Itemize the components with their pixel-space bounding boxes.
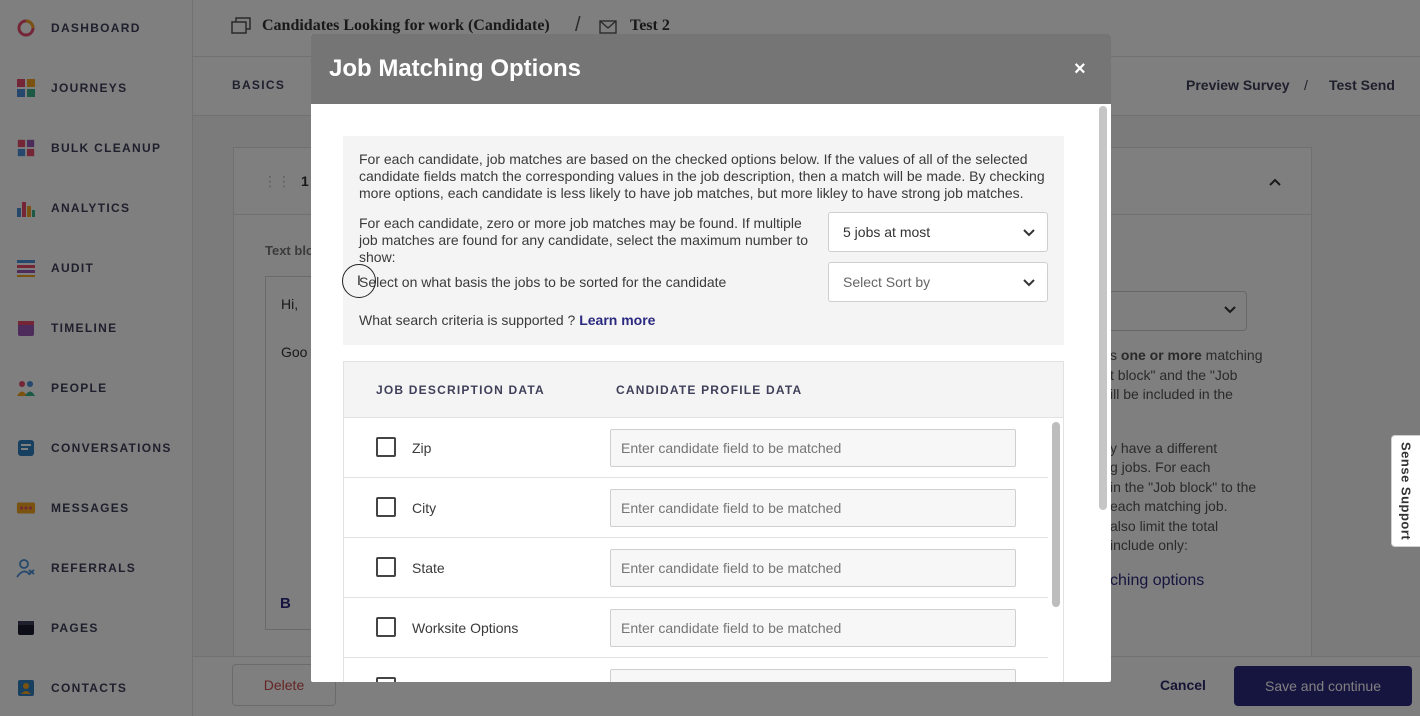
- matching-fields-table: JOB DESCRIPTION DATA CANDIDATE PROFILE D…: [343, 361, 1064, 682]
- table-row: [344, 658, 1048, 682]
- table-row: Zip: [344, 418, 1048, 478]
- support-tab-label: Sense Support: [1398, 441, 1414, 541]
- modal-header: Job Matching Options ×: [311, 34, 1111, 104]
- city-checkbox[interactable]: [376, 497, 396, 517]
- criteria-text-line: What search criteria is supported ? Lear…: [359, 312, 655, 329]
- worksite-options-candidate-field-input[interactable]: [610, 609, 1016, 647]
- zip-candidate-field-input[interactable]: [610, 429, 1016, 467]
- close-icon[interactable]: ×: [1074, 58, 1086, 81]
- sense-support-tab[interactable]: Sense Support: [1391, 435, 1420, 547]
- chevron-down-icon: [1023, 279, 1035, 287]
- table-header: JOB DESCRIPTION DATA CANDIDATE PROFILE D…: [344, 362, 1063, 418]
- text-cursor-icon: I: [357, 272, 361, 288]
- worksite-options-checkbox[interactable]: [376, 617, 396, 637]
- modal-scrollbar-thumb[interactable]: [1099, 106, 1107, 510]
- sort-by-placeholder: Select Sort by: [843, 274, 931, 290]
- table-row: State: [344, 538, 1048, 598]
- learn-more-link[interactable]: Learn more: [579, 312, 655, 328]
- cursor-indicator: I: [342, 264, 376, 298]
- matching-info-box: For each candidate, job matches are base…: [343, 136, 1064, 345]
- max-matches-select[interactable]: 5 jobs at most: [828, 212, 1048, 252]
- sort-by-select[interactable]: Select Sort by: [828, 262, 1048, 302]
- state-candidate-field-input[interactable]: [610, 549, 1016, 587]
- modal-title: Job Matching Options: [329, 55, 581, 82]
- row-label: Worksite Options: [412, 620, 519, 636]
- city-candidate-field-input[interactable]: [610, 489, 1016, 527]
- table-row: City: [344, 478, 1048, 538]
- table-scrollbar[interactable]: [1052, 422, 1060, 607]
- row-checkbox[interactable]: [376, 677, 396, 682]
- job-matching-modal: Job Matching Options × For each candidat…: [311, 34, 1111, 682]
- column-header-job: JOB DESCRIPTION DATA: [376, 383, 545, 397]
- criteria-text: What search criteria is supported ?: [359, 312, 576, 328]
- zip-checkbox[interactable]: [376, 437, 396, 457]
- sort-label: Select on what basis the jobs to be sort…: [359, 274, 727, 290]
- candidate-field-input[interactable]: [610, 669, 1016, 682]
- max-matches-value: 5 jobs at most: [843, 224, 931, 240]
- intro-text: For each candidate, job matches are base…: [359, 151, 1045, 201]
- row-label: State: [412, 560, 445, 576]
- row-label: City: [412, 500, 437, 516]
- table-row: Worksite Options: [344, 598, 1048, 658]
- state-checkbox[interactable]: [376, 557, 396, 577]
- chevron-down-icon: [1023, 229, 1035, 237]
- modal-scrollbar[interactable]: [1098, 106, 1108, 680]
- max-matches-label: For each candidate, zero or more job mat…: [359, 215, 809, 265]
- row-label: Zip: [412, 440, 432, 456]
- column-header-candidate: CANDIDATE PROFILE DATA: [616, 383, 803, 397]
